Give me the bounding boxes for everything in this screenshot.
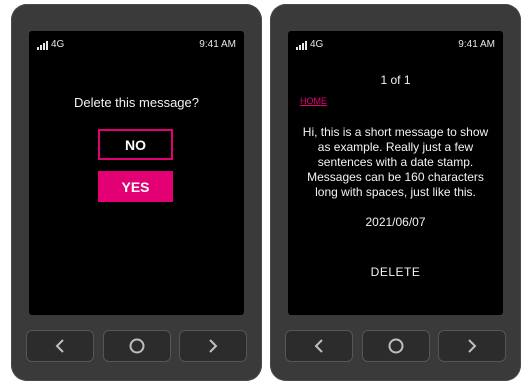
chevron-left-icon — [55, 339, 64, 353]
forward-button[interactable] — [179, 330, 247, 362]
home-circle-icon — [129, 338, 144, 354]
back-button[interactable] — [26, 330, 94, 362]
delete-prompt: Delete this message? — [73, 95, 199, 110]
back-button[interactable] — [285, 330, 353, 362]
date-stamp: 2021/06/07 — [365, 215, 426, 229]
page-count: 1 of 1 — [380, 73, 411, 87]
nav-bar — [26, 330, 247, 362]
status-time: 9:41 AM — [199, 39, 236, 50]
status-bar: 4G 9:41 AM — [29, 39, 244, 53]
delete-button[interactable]: DELETE — [288, 265, 503, 279]
sender-link[interactable]: HOME — [300, 96, 327, 106]
device-delete-confirm: 4G 9:41 AM Delete this message? NO YES — [11, 4, 262, 381]
screen: 4G 9:41 AM Delete this message? NO YES — [29, 31, 244, 315]
chevron-right-icon — [468, 339, 477, 353]
signal-icon — [296, 41, 307, 50]
home-button[interactable] — [361, 330, 430, 362]
network-label: 4G — [51, 39, 65, 50]
home-circle-icon — [388, 338, 403, 354]
chevron-left-icon — [314, 339, 323, 353]
forward-button[interactable] — [438, 330, 506, 362]
message-body: Hi, this is a short message to show as e… — [302, 125, 489, 199]
no-button[interactable]: NO — [98, 129, 173, 160]
nav-bar — [285, 330, 506, 362]
network-label: 4G — [310, 39, 324, 50]
status-time: 9:41 AM — [458, 39, 495, 50]
screen: 4G 9:41 AM 1 of 1 HOME Hi, this is a sho… — [288, 31, 503, 315]
chevron-right-icon — [209, 339, 218, 353]
home-button[interactable] — [102, 330, 171, 362]
status-bar: 4G 9:41 AM — [288, 39, 503, 53]
device-message-view: 4G 9:41 AM 1 of 1 HOME Hi, this is a sho… — [270, 4, 521, 381]
yes-button[interactable]: YES — [98, 171, 173, 202]
signal-icon — [37, 41, 48, 50]
